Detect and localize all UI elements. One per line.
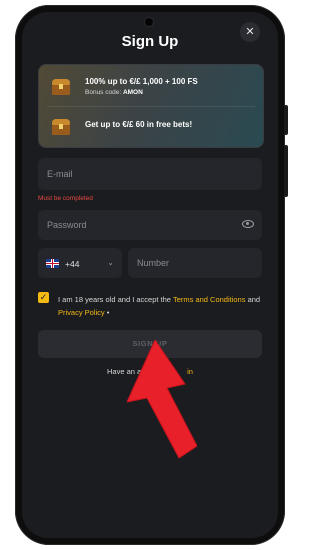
email-placeholder: E-mail [47,169,73,179]
password-placeholder: Password [47,220,87,230]
sign-up-button[interactable]: SIGN UP [38,330,262,358]
promo-casino-offer: 100% up to €/£ 1,000 + 100 FS [85,77,198,86]
phone-side-button [284,105,288,135]
privacy-policy-link[interactable]: Privacy Policy [58,308,105,317]
promo-bonus-code: Bonus code: AMON [85,89,143,96]
terms-and: and [247,295,261,304]
log-in-link[interactable]: in [187,367,193,376]
terms-suffix: • [106,308,110,317]
phone-number-field[interactable]: Number [128,248,262,278]
terms-prefix: I am 18 years old and I accept the [58,295,171,304]
number-placeholder: Number [137,258,170,268]
country-code-value: +44 [65,259,80,269]
terms-text: I am 18 years old and I accept the Terms… [58,293,268,319]
promo-banner: 100% up to €/£ 1,000 + 100 FS Bonus code… [38,64,264,148]
age-terms-checkbox[interactable]: ✓ [38,292,49,303]
red-pointer-arrow-icon [127,340,197,459]
password-field[interactable]: Password [38,210,262,240]
terms-link[interactable]: Terms and Conditions [173,295,246,304]
treasure-chest-icon [52,119,70,135]
bonus-code-label: Bonus code: [85,89,122,96]
show-password-eye-icon[interactable] [242,220,254,228]
treasure-chest-icon [52,79,70,95]
uk-flag-icon [46,259,59,268]
bonus-code-value: AMON [122,89,143,96]
have-account-text: Have an ac in [22,367,278,376]
chevron-down-icon: ⌄ [107,258,114,267]
email-error-message: Must be completed [38,195,93,202]
email-field[interactable]: E-mail [38,158,262,190]
promo-sport-offer: Get up to €/£ 60 in free bets! [85,120,193,129]
page-title: Sign Up [121,33,179,50]
country-code-select[interactable]: +44 ⌄ [38,248,122,278]
signup-screen: Sign Up ✕ 100% up to €/£ 1,000 + 100 FS … [22,12,278,538]
close-button[interactable]: ✕ [240,22,260,42]
have-account-prefix: Have an ac [107,367,145,376]
front-camera [145,18,153,26]
promo-divider [47,106,255,107]
phone-volume-button [284,145,288,197]
close-icon: ✕ [245,26,255,38]
